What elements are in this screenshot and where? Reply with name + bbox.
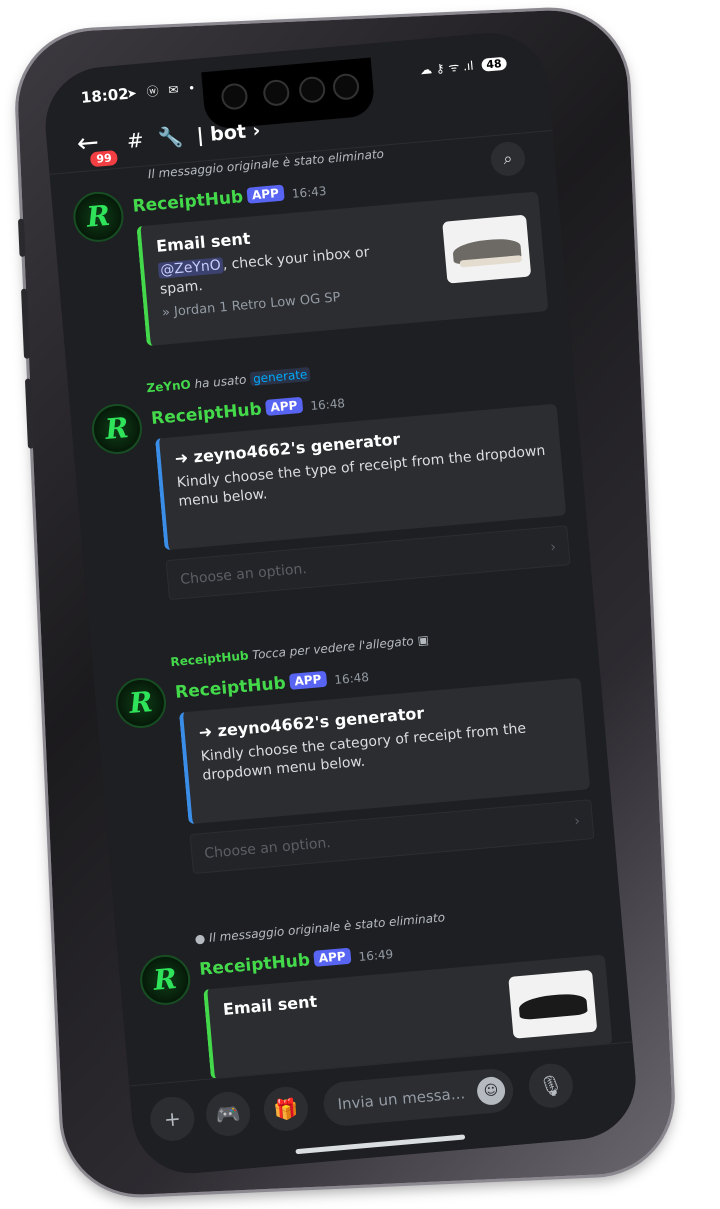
gift-icon[interactable]: 🎁 <box>262 1085 310 1133</box>
status-left-icons: ➤ ⓦ ✉ • <box>126 80 199 101</box>
channel-name[interactable]: | bot › <box>196 119 261 146</box>
reply-user[interactable]: ZeYnO <box>146 377 191 395</box>
embed: ➜ zeyno4662's generator Kindly choose th… <box>154 403 567 551</box>
timestamp: 16:49 <box>358 946 394 964</box>
select-placeholder: Choose an option. <box>203 834 332 862</box>
chevron-right-icon: › <box>573 813 581 830</box>
camera-icon <box>220 82 249 111</box>
author-name[interactable]: ReceiptHub <box>150 399 262 429</box>
volume-up-button <box>21 288 31 359</box>
embed: ➜ zeyno4662's generator Kindly choose th… <box>178 677 591 825</box>
embed: Email sent @ZeYnO, check your inbox or s… <box>136 191 549 347</box>
sensor-icon <box>298 75 327 104</box>
channel-type-icons: # 🔧 <box>125 123 188 154</box>
phone-frame: 18:02 ➤ ⓦ ✉ • ☁ ⚷ ᯤ .ıl 48 ← 99 # 🔧 | bo… <box>14 7 676 1198</box>
mute-switch <box>17 218 26 257</box>
unread-badge: 99 <box>87 147 121 170</box>
message: ZeYnO ha usato generate R ReceiptHub APP 1… <box>88 346 574 646</box>
shoe-thumbnail[interactable] <box>442 214 532 284</box>
reply-preview[interactable]: ● Il messaggio originale è stato elimina… <box>194 910 445 946</box>
avatar[interactable]: R <box>113 675 169 731</box>
input-placeholder: Invia un messa... <box>336 1084 466 1114</box>
slash-command[interactable]: generate <box>249 366 311 387</box>
message: ReceiptHub Tocca per vedere l'allegato ▣… <box>112 620 598 920</box>
author-name[interactable]: ReceiptHub <box>199 950 311 980</box>
status-right: ☁ ⚷ ᯤ .ıl 48 <box>419 54 508 79</box>
user-mention[interactable]: @ZeYnO <box>157 257 224 279</box>
image-icon: ▣ <box>416 632 430 648</box>
reply-text: Il messaggio originale è stato eliminato <box>208 910 446 945</box>
reply-preview[interactable]: ReceiptHub Tocca per vedere l'allegato ▣ <box>170 633 429 670</box>
author-line: ReceiptHub APP 16:49 <box>199 943 394 980</box>
reply-text: ha usato <box>193 372 247 392</box>
battery-icon: 48 <box>480 56 508 72</box>
message: Il messaggio originale è stato eliminato… <box>69 132 550 372</box>
message-input[interactable]: Invia un messa... ☺ <box>321 1067 515 1128</box>
author-name[interactable]: ReceiptHub <box>132 187 244 217</box>
author-line: ReceiptHub APP 16:43 <box>132 180 327 217</box>
avatar[interactable]: R <box>138 952 193 1007</box>
reply-preview[interactable]: ZeYnO ha usato generate <box>146 366 311 395</box>
timestamp: 16:48 <box>309 396 346 414</box>
home-indicator[interactable] <box>295 1134 466 1155</box>
gamepad-icon[interactable]: 🎮 <box>204 1090 252 1138</box>
reply-user[interactable]: ReceiptHub <box>170 648 249 669</box>
app-tag: APP <box>264 396 304 416</box>
microphone-icon[interactable]: 🎙 <box>527 1061 575 1110</box>
discord-icon: ● <box>194 931 206 947</box>
screen: 18:02 ➤ ⓦ ✉ • ☁ ⚷ ᯤ .ıl 48 ← 99 # 🔧 | bo… <box>40 28 641 1179</box>
status-right-icons: ☁ ⚷ ᯤ .ıl <box>419 58 475 78</box>
timestamp: 16:43 <box>291 183 327 201</box>
shoe-thumbnail[interactable] <box>508 969 598 1039</box>
sensor-icon <box>262 78 291 107</box>
shoe-image <box>518 992 588 1021</box>
app-tag: APP <box>288 670 328 690</box>
volume-down-button <box>24 378 34 449</box>
reply-text: Tocca per vedere l'allegato <box>251 633 415 663</box>
avatar[interactable]: R <box>71 189 126 244</box>
avatar[interactable]: R <box>89 401 145 457</box>
message-list: Il messaggio originale è stato eliminato… <box>50 130 633 1087</box>
sensor-icon <box>331 72 361 101</box>
app-tag: APP <box>246 184 285 204</box>
author-name[interactable]: ReceiptHub <box>174 673 286 703</box>
chevron-right-icon: › <box>549 539 557 556</box>
app-tag: APP <box>313 947 352 967</box>
select-placeholder: Choose an option. <box>179 561 308 589</box>
timestamp: 16:48 <box>333 670 370 687</box>
author-line: ReceiptHub APP 16:48 <box>150 392 345 429</box>
plus-icon[interactable]: + <box>148 1094 197 1143</box>
emoji-icon[interactable]: ☺ <box>475 1075 507 1107</box>
author-line: ReceiptHub APP 16:48 <box>174 666 369 703</box>
status-time: 18:02 <box>80 84 130 107</box>
